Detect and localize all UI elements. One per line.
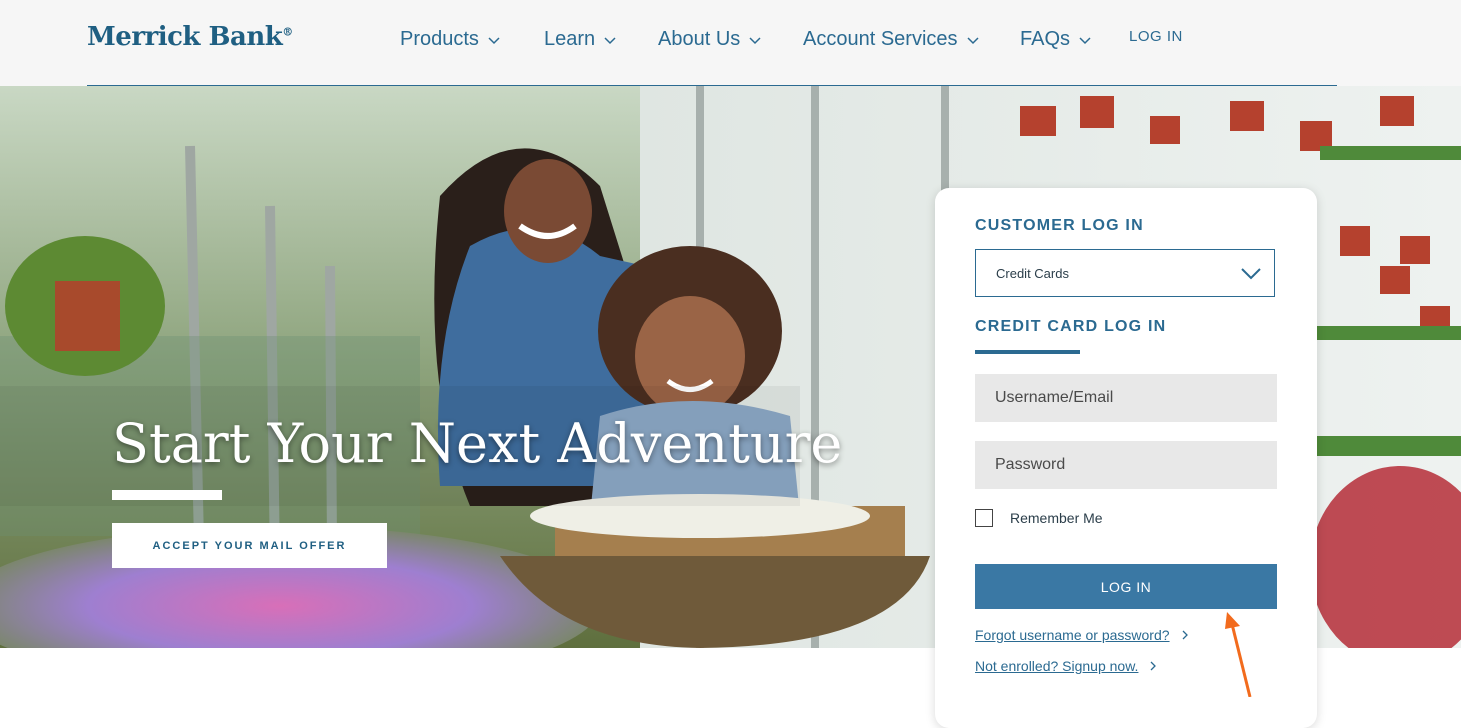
nav-learn-label: Learn <box>544 28 596 50</box>
merrick-bank-logo[interactable]: Merrick Bank® <box>87 22 293 52</box>
chevron-down-icon <box>749 36 761 44</box>
nav-about-us[interactable]: About Us <box>658 28 762 51</box>
header-divider <box>87 85 1337 86</box>
nav-account-services-label: Account Services <box>803 28 958 50</box>
section-title-underline <box>975 350 1080 354</box>
credit-card-login-title: CREDIT CARD LOG IN <box>975 318 1167 335</box>
signup-link[interactable]: Not enrolled? Signup now. <box>975 658 1158 674</box>
chevron-down-icon <box>1241 268 1261 280</box>
header-login-link[interactable]: LOG IN <box>1129 28 1183 45</box>
password-input[interactable] <box>975 441 1277 489</box>
nav-account-services[interactable]: Account Services <box>803 28 980 51</box>
accept-mail-offer-button[interactable]: ACCEPT YOUR MAIL OFFER <box>112 523 387 568</box>
remember-me-label[interactable]: Remember Me <box>1010 510 1103 526</box>
registered-mark: ® <box>282 25 293 39</box>
signup-label: Not enrolled? Signup now. <box>975 658 1139 674</box>
account-type-select[interactable]: Credit Cards <box>975 249 1275 297</box>
chevron-right-icon <box>1182 630 1188 640</box>
forgot-credentials-link[interactable]: Forgot username or password? <box>975 627 1190 643</box>
login-card-title: CUSTOMER LOG IN <box>975 217 1144 234</box>
site-header: Merrick Bank® Products Learn About Us Ac… <box>0 0 1461 86</box>
nav-about-us-label: About Us <box>658 28 741 50</box>
chevron-down-icon <box>604 36 616 44</box>
login-submit-button[interactable]: LOG IN <box>975 564 1277 609</box>
chevron-down-icon <box>1079 36 1091 44</box>
nav-products[interactable]: Products <box>400 28 501 51</box>
chevron-down-icon <box>966 36 979 44</box>
arrow-annotation-icon <box>1225 612 1252 697</box>
remember-me-checkbox[interactable] <box>975 509 993 527</box>
nav-learn[interactable]: Learn <box>544 28 617 51</box>
hero-headline: Start Your Next Adventure <box>112 412 843 475</box>
account-type-value: Credit Cards <box>996 265 1069 281</box>
forgot-credentials-label: Forgot username or password? <box>975 627 1170 643</box>
chevron-down-icon <box>488 36 500 44</box>
nav-products-label: Products <box>400 28 479 50</box>
chevron-right-icon <box>1150 661 1157 671</box>
nav-faqs-label: FAQs <box>1020 28 1071 50</box>
headline-accent-bar <box>112 490 222 500</box>
logo-text: Merrick Bank <box>87 22 283 52</box>
username-input[interactable] <box>975 374 1277 422</box>
nav-faqs[interactable]: FAQs <box>1020 28 1092 51</box>
